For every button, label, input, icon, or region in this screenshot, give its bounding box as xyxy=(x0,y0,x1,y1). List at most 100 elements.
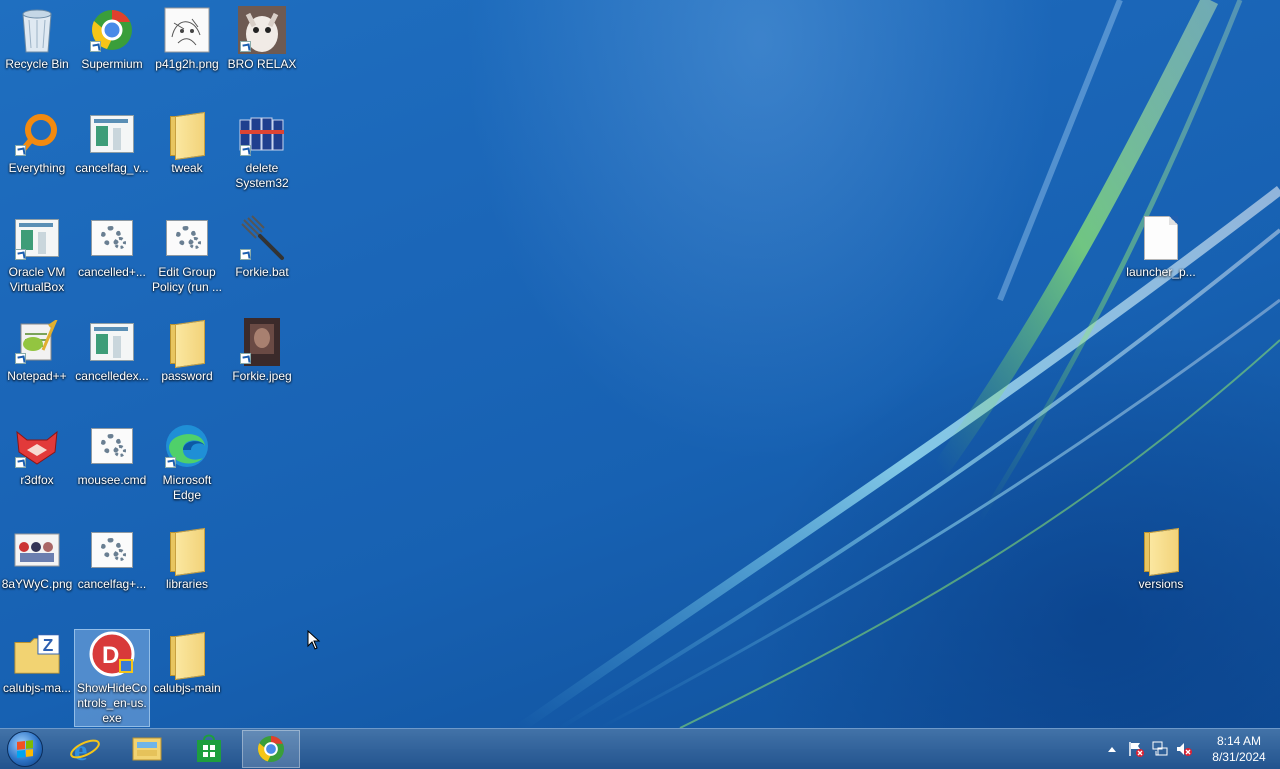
show-hidden-icons-chevron-icon[interactable] xyxy=(1102,739,1122,759)
taskbar: e 8:14 AM 8/31/2024 xyxy=(0,728,1280,769)
shortcut-arrow-icon xyxy=(90,41,101,52)
taskbar-button-file-explorer[interactable] xyxy=(118,730,176,768)
notepadplusplus-icon xyxy=(13,318,61,366)
desktop-icon-label: delete System32 xyxy=(235,161,289,190)
desktop-icon-cancelled-plus[interactable]: cancelled+... xyxy=(75,214,149,280)
desktop-icon-mousee-cmd[interactable]: mousee.cmd xyxy=(75,422,149,488)
desktop-icon-delete-system32[interactable]: delete System32 xyxy=(225,110,299,191)
system-tray: 8:14 AM 8/31/2024 xyxy=(1100,729,1280,769)
desktop-icon-label: Oracle VM VirtualBox xyxy=(8,265,66,294)
desktop-icon-label: Forkie.jpeg xyxy=(232,369,292,383)
desktop-icon-versions[interactable]: versions xyxy=(1124,526,1198,592)
clock[interactable]: 8:14 AM 8/31/2024 xyxy=(1202,733,1276,765)
desktop-icon-password[interactable]: password xyxy=(150,318,224,384)
desktop-icon-forkie-jpeg[interactable]: Forkie.jpeg xyxy=(225,318,299,384)
shortcut-arrow-icon xyxy=(15,457,26,468)
photo-shortcut-icon xyxy=(238,318,286,366)
action-center-flag-icon[interactable] xyxy=(1126,739,1146,759)
clock-date: 8/31/2024 xyxy=(1212,750,1266,764)
recycle-bin-icon xyxy=(13,6,61,54)
setup-exe-icon: D xyxy=(88,630,136,678)
desktop-icon-p41g2h[interactable]: p41g2h.png xyxy=(150,6,224,72)
desktop[interactable]: Recycle Bin Everything Oracle VM Virtual… xyxy=(0,0,1280,728)
network-icon[interactable] xyxy=(1150,739,1170,759)
blank-file-icon xyxy=(1137,214,1185,262)
desktop-icon-label: calubjs-ma... xyxy=(2,681,72,695)
desktop-icon-label: Edit Group Policy (run ... xyxy=(151,265,223,294)
desktop-icon-showhidecontrols[interactable]: D ShowHideControls_en-us.exe xyxy=(74,629,150,727)
desktop-icon-label: Forkie.bat xyxy=(235,265,289,279)
desktop-icon-microsoft-edge[interactable]: Microsoft Edge xyxy=(150,422,224,503)
supermium-browser-icon xyxy=(257,735,285,763)
desktop-icon-forkie-bat[interactable]: Forkie.bat xyxy=(225,214,299,280)
shortcut-arrow-icon xyxy=(15,145,26,156)
shortcut-arrow-icon xyxy=(15,249,26,260)
virtualbox-icon xyxy=(13,214,61,262)
folder-icon xyxy=(163,318,211,369)
desktop-icon-tweak[interactable]: tweak xyxy=(150,110,224,176)
desktop-icon-label: Microsoft Edge xyxy=(162,473,212,502)
shortcut-arrow-icon xyxy=(240,41,251,52)
batch-file-icon xyxy=(88,422,136,470)
svg-text:e: e xyxy=(74,734,87,765)
desktop-icon-label: mousee.cmd xyxy=(77,473,147,487)
taskbar-button-store[interactable] xyxy=(180,730,238,768)
desktop-icon-launcher[interactable]: launcher_p... xyxy=(1124,214,1198,280)
desktop-icon-cancelledex[interactable]: cancelledex... xyxy=(75,318,149,384)
shortcut-arrow-icon xyxy=(240,353,251,364)
svg-text:D: D xyxy=(102,642,119,669)
desktop-icon-label: ShowHideControls_en-us.exe xyxy=(76,681,148,725)
batch-file-icon xyxy=(88,214,136,262)
desktop-icon-label: tweak xyxy=(171,161,203,175)
file-explorer-icon xyxy=(132,737,162,761)
shortcut-arrow-icon xyxy=(15,353,26,364)
mouse-cursor-icon xyxy=(307,630,321,650)
desktop-icon-r3dfox[interactable]: r3dfox xyxy=(0,422,74,488)
application-icon xyxy=(88,110,136,158)
desktop-icon-label: launcher_p... xyxy=(1126,265,1196,279)
desktop-icon-label: versions xyxy=(1138,577,1184,591)
folder-icon xyxy=(163,630,211,681)
volume-muted-icon[interactable] xyxy=(1174,739,1194,759)
edge-browser-icon xyxy=(163,422,211,470)
desktop-icon-recycle-bin[interactable]: Recycle Bin xyxy=(0,6,74,72)
start-button[interactable] xyxy=(4,730,46,768)
desktop-icon-everything[interactable]: Everything xyxy=(0,110,74,176)
batch-file-icon xyxy=(163,214,211,262)
taskbar-button-supermium[interactable] xyxy=(242,730,300,768)
shortcut-arrow-icon xyxy=(240,249,251,260)
cans-image-icon xyxy=(238,110,286,158)
desktop-icon-8aywyc[interactable]: 8aYWyC.png xyxy=(0,526,74,592)
desktop-icon-label: cancelled+... xyxy=(78,265,146,279)
desktop-icon-cancelfag-v[interactable]: cancelfag_v... xyxy=(75,110,149,176)
folder-icon xyxy=(1137,526,1185,577)
desktop-icon-notepadplusplus[interactable]: Notepad++ xyxy=(0,318,74,384)
desktop-icon-label: cancelfag_v... xyxy=(75,161,149,175)
desktop-icon-label: password xyxy=(161,369,213,383)
desktop-icon-bro-relax[interactable]: BRO RELAX xyxy=(225,6,299,72)
desktop-icon-supermium[interactable]: Supermium xyxy=(75,6,149,72)
clock-time: 8:14 AM xyxy=(1216,734,1262,748)
taskbar-button-internet-explorer[interactable]: e xyxy=(56,730,114,768)
desktop-icon-label: cancelledex... xyxy=(75,369,149,383)
desktop-icon-label: BRO RELAX xyxy=(227,57,297,71)
fork-icon xyxy=(238,214,286,262)
image-file-icon xyxy=(163,6,211,54)
supermium-browser-icon xyxy=(88,6,136,54)
batch-file-icon xyxy=(88,526,136,574)
desktop-icon-label: calubjs-main xyxy=(153,681,221,695)
image-file-icon xyxy=(13,526,61,574)
everything-search-icon xyxy=(13,110,61,158)
desktop-icon-calubjs-main[interactable]: calubjs-main xyxy=(150,630,224,696)
desktop-icon-cancelfag-plus[interactable]: cancelfag+... xyxy=(75,526,149,592)
desktop-icon-label: r3dfox xyxy=(20,473,54,487)
desktop-icon-libraries[interactable]: libraries xyxy=(150,526,224,592)
desktop-icon-edit-group-policy[interactable]: Edit Group Policy (run ... xyxy=(150,214,224,295)
desktop-icon-virtualbox[interactable]: Oracle VM VirtualBox xyxy=(0,214,74,295)
desktop-icon-label: p41g2h.png xyxy=(155,57,219,71)
application-icon xyxy=(88,318,136,366)
desktop-icon-label: Supermium xyxy=(81,57,143,71)
windows-logo-icon xyxy=(7,731,43,767)
desktop-icon-label: cancelfag+... xyxy=(77,577,147,591)
desktop-icon-calubjs-zip[interactable]: Z calubjs-ma... xyxy=(0,630,74,696)
